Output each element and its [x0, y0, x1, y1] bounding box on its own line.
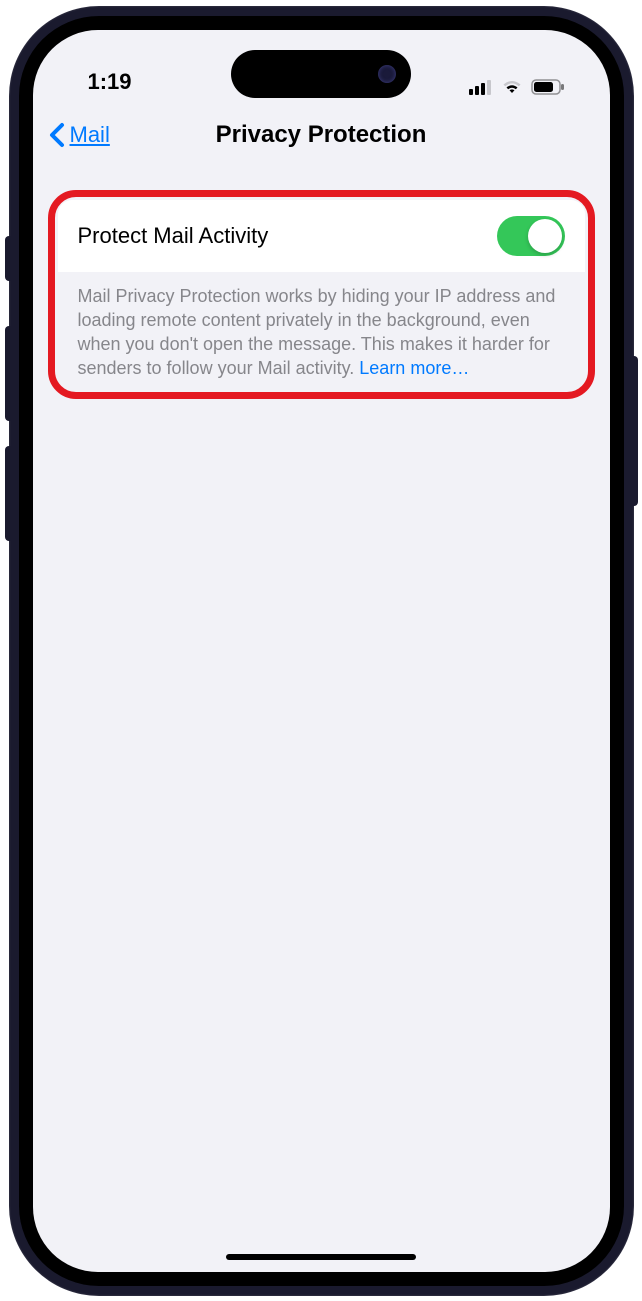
phone-frame: 1:19	[9, 6, 634, 1296]
toggle-knob	[528, 219, 562, 253]
navigation-bar: Mail Privacy Protection	[33, 100, 610, 170]
back-label: Mail	[70, 122, 110, 148]
chevron-left-icon	[48, 121, 68, 149]
back-button[interactable]: Mail	[48, 121, 110, 149]
description-text: Mail Privacy Protection works by hiding …	[78, 286, 556, 379]
page-title: Privacy Protection	[33, 121, 610, 149]
screen: 1:19	[33, 30, 610, 1272]
content-area: Protect Mail Activity Mail Privacy Prote…	[33, 170, 610, 419]
status-icons	[469, 79, 565, 95]
setting-description: Mail Privacy Protection works by hiding …	[58, 272, 585, 389]
protect-mail-label: Protect Mail Activity	[78, 223, 269, 249]
wifi-icon	[501, 79, 523, 95]
status-time: 1:19	[88, 69, 132, 95]
home-indicator[interactable]	[226, 1254, 416, 1260]
protect-mail-toggle[interactable]	[497, 216, 565, 256]
front-camera	[378, 65, 396, 83]
silence-switch	[5, 236, 13, 281]
power-button	[630, 356, 638, 506]
learn-more-link[interactable]: Learn more…	[359, 358, 469, 378]
phone-body: 1:19	[19, 16, 624, 1286]
dynamic-island	[231, 50, 411, 98]
cellular-signal-icon	[469, 79, 493, 95]
volume-up-button	[5, 326, 13, 421]
protect-mail-row[interactable]: Protect Mail Activity	[58, 200, 585, 272]
highlight-annotation: Protect Mail Activity Mail Privacy Prote…	[48, 190, 595, 399]
volume-down-button	[5, 446, 13, 541]
battery-icon	[531, 79, 565, 95]
